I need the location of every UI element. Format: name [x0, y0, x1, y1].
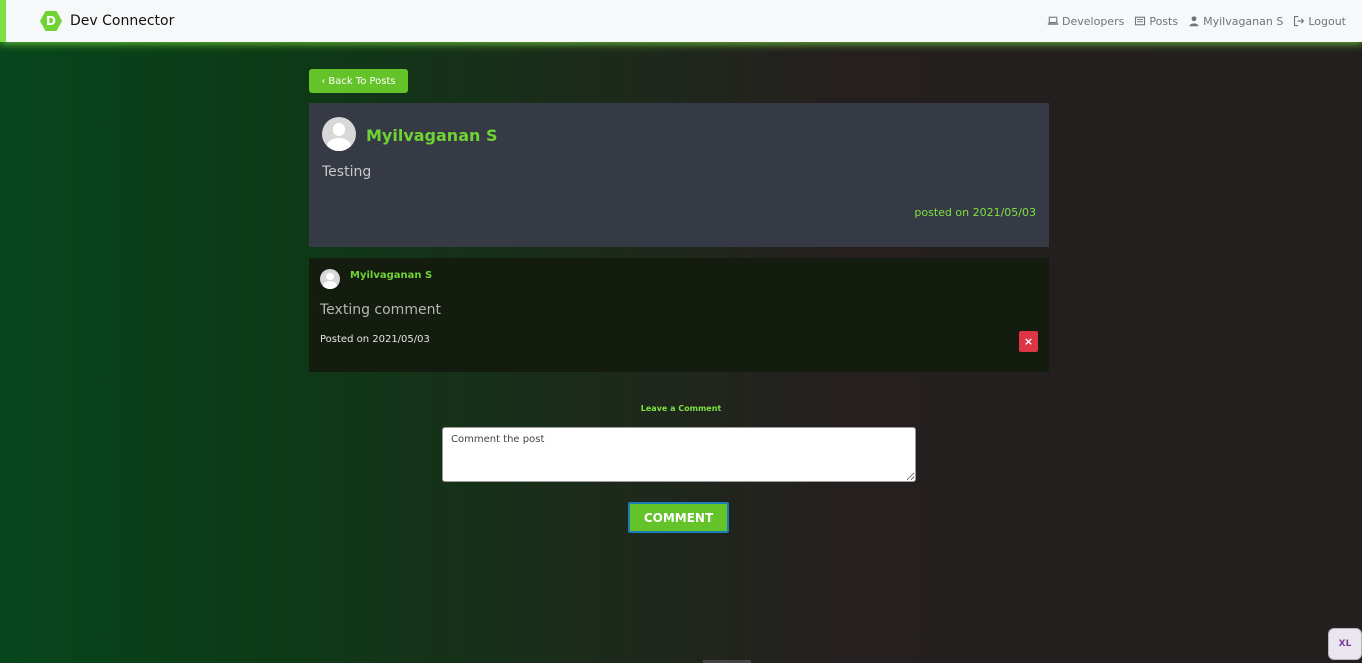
post-author-avatar[interactable]	[322, 117, 356, 151]
posts-icon	[1135, 16, 1146, 26]
post-card: Myilvaganan S Testing posted on 2021/05/…	[309, 103, 1049, 247]
chevron-left-icon: ‹	[321, 75, 326, 87]
brand-link[interactable]: D Dev Connector	[40, 11, 174, 31]
back-to-posts-label: Back To Posts	[328, 75, 396, 87]
nav-profile-label: Myilvaganan S	[1203, 14, 1284, 28]
comment-item: Myilvaganan S Texting comment Posted on …	[309, 258, 1049, 372]
size-badge[interactable]: XL	[1328, 628, 1362, 660]
logo-icon: D	[40, 11, 62, 31]
nav-logout-label: Logout	[1308, 14, 1346, 28]
comment-date: Posted on 2021/05/03	[320, 334, 430, 345]
nav-logout-link[interactable]: Logout	[1293, 15, 1346, 28]
post-date: posted on 2021/05/03	[914, 206, 1036, 219]
nav-posts-link[interactable]: Posts	[1134, 15, 1178, 28]
comment-text: Texting comment	[320, 302, 441, 318]
navbar: D Dev Connector Developers Posts Myilvag…	[0, 0, 1362, 42]
laptop-icon	[1047, 16, 1059, 25]
nav-developers-link[interactable]: Developers	[1047, 15, 1124, 28]
nav-profile-link[interactable]: Myilvaganan S	[1188, 15, 1283, 28]
post-text: Testing	[322, 164, 372, 180]
nav-links: Developers Posts Myilvaganan S Logout	[1047, 15, 1346, 28]
delete-comment-button[interactable]: ×	[1019, 331, 1038, 352]
nav-posts-label: Posts	[1149, 14, 1179, 28]
back-to-posts-button[interactable]: ‹ Back To Posts	[309, 69, 408, 93]
logout-icon	[1294, 15, 1305, 27]
user-icon	[1189, 16, 1199, 27]
brand-name: Dev Connector	[70, 13, 175, 29]
comment-submit-button[interactable]: COMMENT	[628, 502, 729, 533]
comment-input[interactable]	[442, 427, 916, 482]
post-author-name[interactable]: Myilvaganan S	[366, 126, 497, 145]
leave-comment-heading: Leave a Comment	[640, 404, 722, 413]
comment-author-avatar[interactable]	[320, 269, 340, 289]
close-icon: ×	[1023, 335, 1034, 348]
nav-developers-label: Developers	[1062, 14, 1125, 28]
comment-author-name[interactable]: Myilvaganan S	[350, 270, 432, 281]
